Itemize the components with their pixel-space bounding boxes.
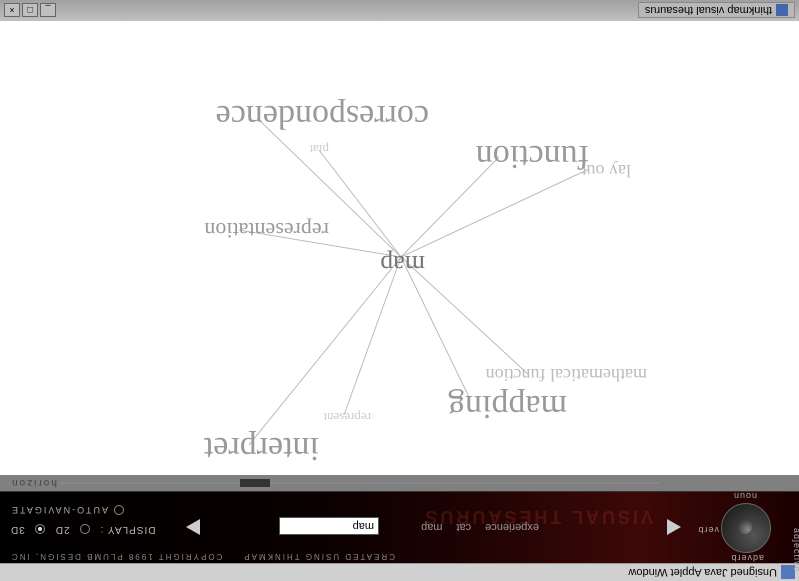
horizon-slider-bar: horizon (0, 475, 799, 491)
history-back-arrow-icon[interactable] (667, 519, 681, 535)
breadcrumb-item[interactable]: map (421, 521, 442, 533)
credit-copyright: COPYRIGHT 1998 PLUMB DESIGN, INC (10, 552, 222, 561)
horizon-thumb[interactable] (240, 479, 270, 487)
applet-title-text: Unsigned Java Applet Window (628, 567, 777, 579)
wheel-label-verb[interactable]: verb (697, 525, 719, 535)
radio-auto-navigate[interactable] (114, 505, 124, 515)
credit-created: CREATED USING THINKMAP (242, 552, 395, 561)
auto-navigate-control[interactable]: AUTO-NAVIGATE (10, 505, 124, 515)
toolbar: VISUAL THESAURUS adverb noun adjective v… (0, 491, 799, 563)
breadcrumb: experience cat map (421, 521, 539, 533)
graph-node-interpret[interactable]: interpret (204, 429, 319, 467)
horizon-label: horizon (10, 478, 57, 489)
graph-node-represent[interactable]: represent (323, 409, 371, 425)
mode-2d-label: 2D (55, 524, 70, 535)
history-forward-arrow-icon[interactable] (186, 519, 200, 535)
horizon-slider[interactable] (60, 482, 659, 484)
graph-node-mapping[interactable]: mapping (448, 387, 567, 425)
taskbar-app-label: thinkmap visual thesaurus (645, 5, 772, 17)
applet-titlebar: Unsigned Java Applet Window (0, 563, 799, 581)
breadcrumb-item[interactable]: cat (456, 521, 471, 533)
graph-node-plat[interactable]: plat (310, 141, 330, 157)
graph-node-representation[interactable]: representation (204, 217, 329, 243)
display-label: DISPLAY : (100, 524, 156, 535)
graph-canvas[interactable]: interpretrepresent mappingmathematical fu… (0, 22, 799, 475)
pos-wheel[interactable] (721, 503, 771, 553)
wheel-label-adverb[interactable]: adverb (730, 553, 764, 563)
graph-node-mathematical-function[interactable]: mathematical function (486, 364, 647, 385)
graph-node-function[interactable]: function (476, 137, 589, 175)
taskbar-app-button[interactable]: thinkmap visual thesaurus (638, 3, 795, 19)
radio-2d[interactable] (80, 525, 90, 535)
search-input[interactable] (279, 517, 379, 535)
taskbar: thinkmap visual thesaurus _ □ × (0, 0, 799, 22)
maximize-icon[interactable]: □ (22, 4, 38, 18)
mode-3d-label: 3D (10, 524, 25, 535)
wheel-label-adjective[interactable]: adjective (792, 528, 799, 573)
auto-navigate-label: AUTO-NAVIGATE (10, 505, 108, 515)
credits: CREATED USING THINKMAP COPYRIGHT 1998 PL… (10, 552, 395, 561)
graph-node-correspondence[interactable]: correspondence (216, 97, 429, 135)
graph-center-node[interactable]: map (380, 249, 425, 279)
minimize-icon[interactable]: _ (40, 4, 56, 18)
taskbar-app-icon (776, 5, 788, 17)
wheel-label-noun[interactable]: noun (733, 491, 757, 501)
breadcrumb-item[interactable]: experience (485, 521, 539, 533)
radio-3d[interactable] (35, 525, 45, 535)
close-icon[interactable]: × (4, 4, 20, 18)
display-controls: DISPLAY : 2D 3D (10, 524, 155, 535)
